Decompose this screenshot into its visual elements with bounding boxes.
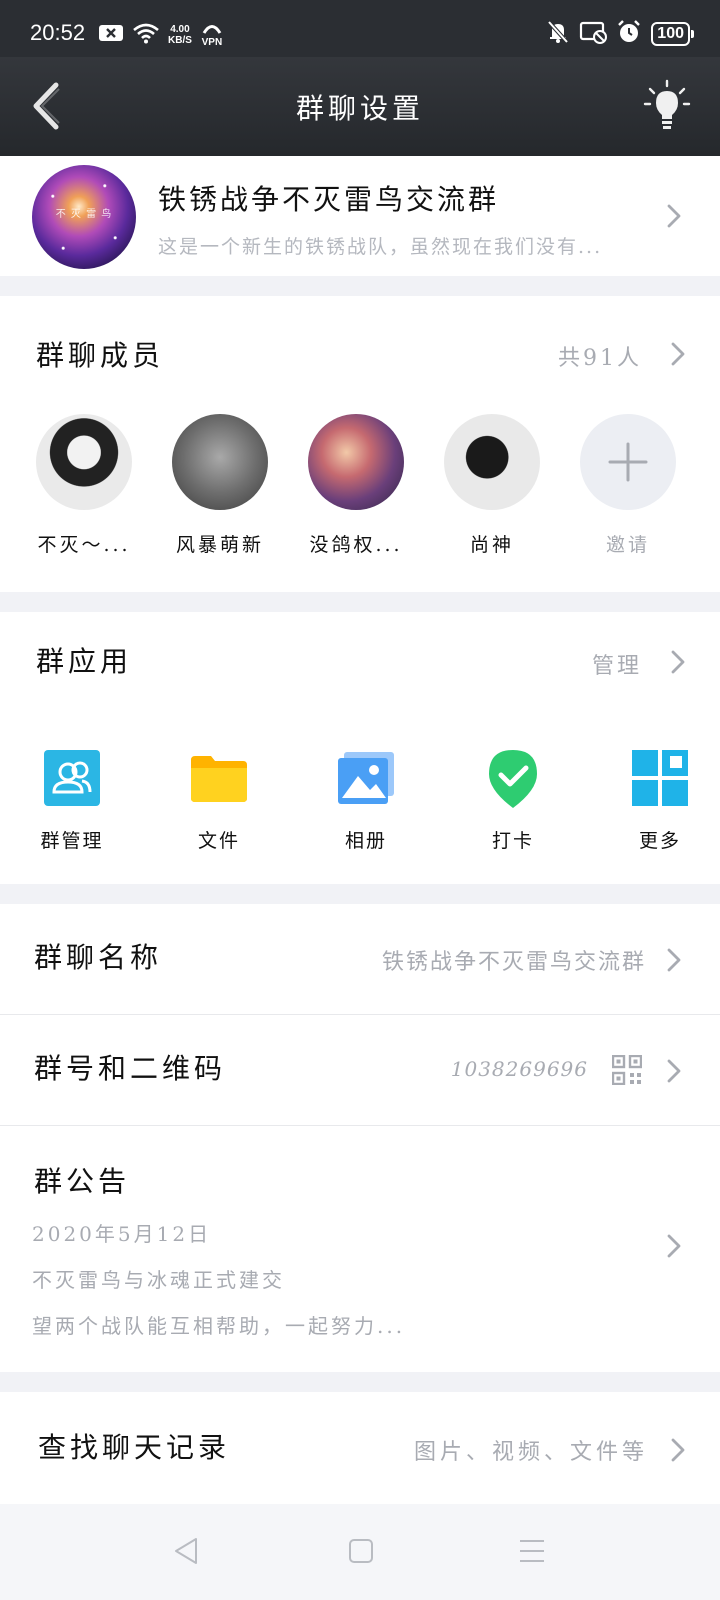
net-speed-value: 4.00: [170, 24, 190, 35]
group-profile-row[interactable]: 不 灭 雷 鸟 铁锈战争不灭雷鸟交流群 这是一个新生的铁锈战队，虽然现在我们没有…: [0, 156, 720, 276]
group-number-value: 1038269696: [450, 1057, 588, 1081]
app-label: 群管理: [40, 830, 104, 852]
invite-member-button[interactable]: 邀请: [580, 414, 676, 557]
chevron-right-icon: [667, 1234, 681, 1258]
announcement-line-1: 不灭雷鸟与冰魂正式建交: [32, 1268, 285, 1292]
members-title: 群聊成员: [36, 339, 165, 372]
nav-bar: 群聊设置: [0, 57, 720, 156]
system-nav-bar: [0, 1504, 720, 1600]
qr-code-icon: [612, 1055, 642, 1085]
chevron-right-icon: [667, 1059, 681, 1083]
search-history-row[interactable]: 查找聊天记录 图片、视频、文件等: [0, 1392, 720, 1504]
nav-back-icon[interactable]: [172, 1536, 200, 1566]
lightbulb-icon: [643, 79, 691, 129]
app-label: 更多: [638, 830, 681, 852]
nav-menu-icon[interactable]: [518, 1538, 546, 1564]
search-history-hint: 图片、视频、文件等: [413, 1440, 648, 1465]
app-files[interactable]: 文件: [183, 748, 255, 853]
theme-button[interactable]: [642, 79, 692, 133]
apps-title: 群应用: [36, 645, 133, 678]
apps-manage-link[interactable]: 管理: [592, 648, 642, 680]
member-item[interactable]: 没鸽权...: [308, 414, 404, 557]
chevron-right-icon: [667, 948, 681, 972]
app-label: 打卡: [491, 830, 534, 852]
app-label: 相册: [344, 830, 387, 852]
search-history-label: 查找聊天记录: [38, 1431, 231, 1464]
member-avatar: [444, 414, 540, 510]
check-in-icon: [489, 750, 537, 808]
member-name: 尚神: [469, 534, 514, 556]
member-item[interactable]: 尚神: [444, 414, 540, 557]
group-number-row[interactable]: 群号和二维码 1038269696: [0, 1015, 720, 1126]
invite-avatar: [580, 414, 676, 510]
app-label: 文件: [197, 830, 240, 852]
group-name-row[interactable]: 群聊名称 铁锈战争不灭雷鸟交流群: [0, 904, 720, 1015]
vpn-label: VPN: [201, 36, 223, 48]
member-name: 不灭～...: [37, 534, 131, 556]
plus-icon: [608, 442, 648, 482]
announcement-row[interactable]: 群公告 2020年5月12日 不灭雷鸟与冰魂正式建交 望两个战队能互相帮助，一起…: [0, 1126, 720, 1372]
chevron-right-icon: [671, 1438, 685, 1462]
vpn-icon: [202, 24, 222, 34]
member-avatar: [36, 414, 132, 510]
member-count[interactable]: 共91人: [558, 340, 642, 372]
notification-x-icon: [98, 23, 124, 47]
member-item[interactable]: 风暴萌新: [172, 414, 268, 557]
chevron-right-icon[interactable]: [670, 340, 686, 368]
app-group-manage[interactable]: 群管理: [36, 748, 108, 853]
group-apps-section: 群应用 管理 群管理 文件 相册 打卡 更多: [0, 612, 720, 884]
more-grid-icon: [632, 750, 688, 806]
mute-bell-icon: [547, 20, 569, 48]
group-name-label: 群聊名称: [34, 941, 163, 974]
announcement-date: 2020年5月12日: [32, 1222, 212, 1246]
announcement-label: 群公告: [34, 1165, 131, 1198]
vpn-indicator: VPN: [200, 23, 224, 48]
app-check-in[interactable]: 打卡: [477, 748, 549, 853]
nav-home-icon[interactable]: [348, 1538, 374, 1564]
folder-icon: [191, 756, 247, 802]
chevron-right-icon: [667, 204, 681, 228]
app-more[interactable]: 更多: [624, 748, 696, 853]
group-avatar-text: 不 灭 雷 鸟: [55, 209, 113, 220]
wifi-icon: [132, 22, 160, 48]
member-item[interactable]: 不灭～...: [36, 414, 132, 557]
status-bar: 20:52 4.00 KB/S VPN 100: [0, 0, 720, 57]
group-name: 铁锈战争不灭雷鸟交流群: [158, 183, 500, 216]
photo-album-icon: [338, 752, 394, 804]
group-number-label: 群号和二维码: [34, 1052, 227, 1085]
invite-label: 邀请: [605, 534, 650, 556]
net-speed: 4.00 KB/S: [168, 24, 192, 46]
member-name: 风暴萌新: [175, 534, 264, 556]
cast-off-icon: [579, 20, 608, 48]
group-description: 这是一个新生的铁锈战队，虽然现在我们没有...: [158, 236, 603, 258]
app-album[interactable]: 相册: [330, 748, 402, 853]
group-manage-icon: [44, 750, 100, 806]
battery-indicator: 100: [651, 22, 694, 46]
clock: 20:52: [30, 20, 86, 45]
group-name-value: 铁锈战争不灭雷鸟交流群: [381, 950, 646, 975]
alarm-icon: [617, 20, 641, 48]
member-avatar: [308, 414, 404, 510]
chevron-right-icon[interactable]: [670, 648, 686, 676]
announcement-line-2: 望两个战队能互相帮助，一起努力...: [32, 1314, 406, 1338]
settings-section: 群聊名称 铁锈战争不灭雷鸟交流群 群号和二维码 1038269696 群公告 2…: [0, 904, 720, 1372]
net-speed-unit: KB/S: [168, 35, 192, 46]
group-avatar: 不 灭 雷 鸟: [32, 165, 136, 269]
member-avatar: [172, 414, 268, 510]
members-section: 群聊成员 共91人 不灭～... 风暴萌新 没鸽权... 尚神 邀请: [0, 296, 720, 592]
page-title: 群聊设置: [295, 92, 424, 125]
member-name: 没鸽权...: [309, 534, 403, 556]
